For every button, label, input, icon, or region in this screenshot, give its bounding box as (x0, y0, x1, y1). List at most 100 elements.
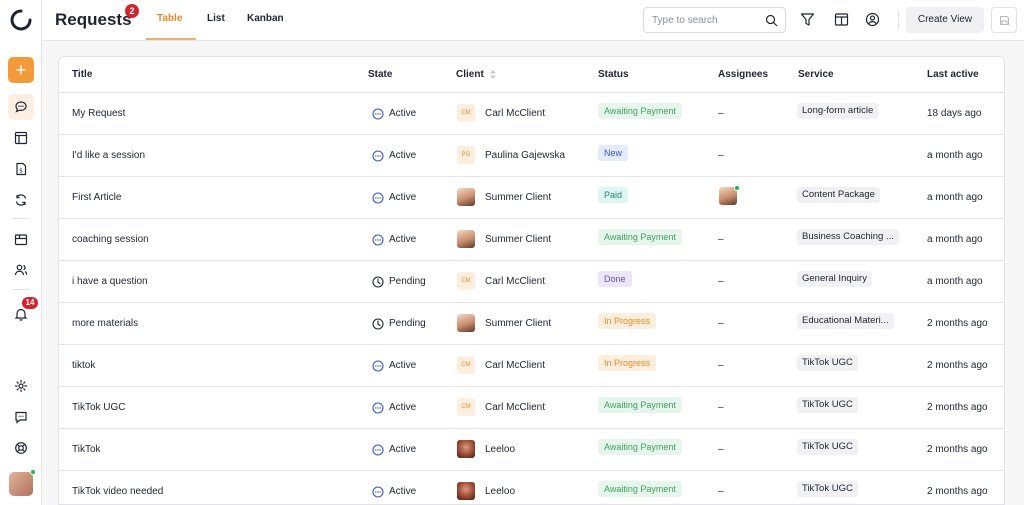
service-tag: TikTok UGC (797, 481, 858, 497)
client-avatar: CM (457, 272, 475, 290)
help-nav-button[interactable] (8, 435, 34, 461)
table-row[interactable]: more materials Pending Summer Client In Pro… (59, 303, 1004, 345)
table-row[interactable]: I'd like a session Active PG Paulina Gajews… (59, 135, 1004, 177)
service-tag: TikTok UGC (797, 439, 858, 455)
status-badge: In Progress (598, 313, 657, 329)
state-label: Active (389, 360, 417, 371)
last-active: 2 months ago (927, 318, 988, 329)
client-name[interactable]: Summer Client (485, 234, 551, 245)
column-header-client[interactable]: Client (456, 69, 484, 80)
column-header-status[interactable]: Status (598, 69, 629, 80)
column-header-assignees[interactable]: Assignees (718, 69, 768, 80)
lifebuoy-icon (15, 442, 27, 454)
state-label: Active (389, 108, 417, 119)
client-avatar: CM (457, 356, 475, 374)
request-title[interactable]: TikTok (72, 444, 101, 455)
client-name[interactable]: Leeloo (485, 444, 515, 455)
request-title[interactable]: tiktok (72, 360, 95, 371)
column-header-state[interactable]: State (368, 69, 392, 80)
column-header-title[interactable]: Title (72, 69, 92, 80)
table-row[interactable]: tiktok Active CM Carl McClient In Progress – T… (59, 345, 1004, 387)
sidebar-divider (12, 289, 30, 290)
column-header-service[interactable]: Service (798, 69, 834, 80)
layout-icon (14, 131, 28, 145)
client-name[interactable]: Summer Client (485, 318, 551, 329)
save-view-button[interactable] (991, 7, 1017, 33)
feedback-nav-button[interactable] (8, 404, 34, 430)
client-name[interactable]: Carl McClient (485, 108, 545, 119)
request-title[interactable]: TikTok video needed (72, 486, 163, 497)
status-badge: Awaiting Payment (598, 397, 682, 413)
client-avatar (457, 188, 475, 206)
client-avatar (457, 482, 475, 500)
last-active: a month ago (927, 150, 983, 161)
invoice-icon: $ (16, 162, 27, 176)
tab-table[interactable]: Table (157, 13, 182, 24)
create-view-button[interactable]: Create View (906, 7, 984, 33)
client-name[interactable]: Summer Client (485, 192, 551, 203)
search-input[interactable]: Type to search (643, 7, 786, 33)
table-row[interactable]: First Article Active Summer Client Paid Cont… (59, 177, 1004, 219)
client-avatar: PG (457, 146, 475, 164)
notification-count-badge: 14 (22, 297, 38, 309)
subscriptions-nav-button[interactable] (8, 187, 34, 213)
client-name[interactable]: Carl McClient (485, 276, 545, 287)
state-label: Active (389, 234, 417, 245)
layout-nav-button[interactable] (8, 125, 34, 151)
table-row[interactable]: coaching session Active Summer Client Await… (59, 219, 1004, 261)
logo-icon[interactable] (10, 9, 32, 31)
table-row[interactable]: My Request Active CM Carl McClient Awaiting … (59, 93, 1004, 135)
svg-text:$: $ (19, 167, 23, 174)
request-title[interactable]: coaching session (72, 234, 149, 245)
client-name[interactable]: Carl McClient (485, 402, 545, 413)
add-button[interactable]: + (8, 57, 34, 83)
client-name[interactable]: Carl McClient (485, 360, 545, 371)
request-title[interactable]: I'd like a session (72, 150, 145, 161)
request-title[interactable]: My Request (72, 108, 125, 119)
assignee-empty: – (718, 234, 724, 245)
columns-icon[interactable] (834, 12, 849, 27)
client-avatar (457, 440, 475, 458)
top-bar: Requests 2 Table List Kanban Type to sea… (42, 0, 1024, 41)
client-name[interactable]: Leeloo (485, 486, 515, 497)
invoices-nav-button[interactable]: $ (8, 156, 34, 182)
services-nav-button[interactable] (8, 226, 34, 252)
assignee-empty: – (718, 486, 724, 497)
table-row[interactable]: TikTok UGC Active CM Carl McClient Awaiting … (59, 387, 1004, 429)
column-header-last-active[interactable]: Last active (927, 69, 979, 80)
online-status-dot (30, 469, 36, 475)
active-dots-icon (372, 401, 384, 414)
table-row[interactable]: TikTok Active Leeloo Awaiting Payment – TikTo… (59, 429, 1004, 471)
requests-table: Title State Client Status Assignees Serv… (58, 56, 1005, 505)
requests-nav-button[interactable] (8, 94, 34, 120)
user-circle-icon[interactable] (865, 12, 880, 27)
filter-icon[interactable] (800, 12, 815, 27)
search-placeholder: Type to search (652, 15, 718, 26)
refresh-icon (15, 194, 27, 206)
sort-icon[interactable] (489, 69, 497, 80)
table-row[interactable]: i have a question Pending CM Carl McClient D… (59, 261, 1004, 303)
assignee-empty: – (718, 360, 724, 371)
request-title[interactable]: more materials (72, 318, 138, 329)
service-tag: Business Coaching ... (797, 229, 899, 245)
tab-kanban[interactable]: Kanban (247, 13, 284, 24)
last-active: 2 months ago (927, 402, 988, 413)
request-title[interactable]: TikTok UGC (72, 402, 126, 413)
state-label: Active (389, 402, 417, 413)
last-active: a month ago (927, 234, 983, 245)
service-tag: Long-form article (797, 103, 879, 119)
page-title: Requests (55, 10, 132, 29)
client-name[interactable]: Paulina Gajewska (485, 150, 565, 161)
clients-nav-button[interactable] (8, 257, 34, 283)
active-dots-icon (372, 443, 384, 456)
last-active: 2 months ago (927, 444, 988, 455)
request-title[interactable]: i have a question (72, 276, 148, 287)
request-title[interactable]: First Article (72, 192, 121, 203)
status-badge: In Progress (598, 355, 657, 371)
client-avatar (457, 230, 475, 248)
table-row[interactable]: TikTok video needed Active Leeloo Awaiting … (59, 471, 1004, 504)
user-avatar[interactable] (9, 472, 33, 496)
status-badge: Done (598, 271, 632, 287)
settings-nav-button[interactable] (8, 373, 34, 399)
tab-list[interactable]: List (207, 13, 225, 24)
